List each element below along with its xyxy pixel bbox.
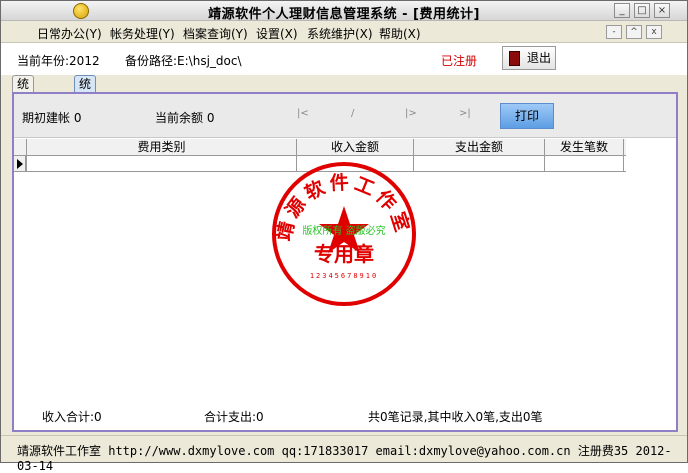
first-record-icon[interactable]: |<: [297, 108, 309, 120]
print-button[interactable]: 打印: [500, 103, 554, 129]
cell-category[interactable]: [26, 156, 296, 172]
summary-bar: 收入合计:0 合计支出:0 共0笔记录,其中收入0笔,支出0笔: [14, 404, 676, 428]
menu-accounting[interactable]: 帐务处理(Y): [110, 25, 175, 42]
col-transaction-count[interactable]: 发生笔数: [544, 139, 624, 156]
current-balance: 当前余额 0: [155, 111, 215, 125]
registration-status: 已注册: [441, 54, 478, 68]
exit-button[interactable]: 退出: [502, 46, 556, 70]
prev-record-icon[interactable]: /: [351, 108, 363, 120]
minimize-button[interactable]: _: [614, 3, 630, 18]
status-text: 靖源软件工作室 http://www.dxmylove.com qq:17183…: [17, 444, 672, 473]
title-bar: 靖源软件个人理财信息管理系统 - [费用统计] _ □ ×: [1, 1, 687, 22]
results-panel: 期初建帐 0 当前余额 0 |< / |> >| 打印 费用类别 收入金额 支出…: [12, 92, 678, 432]
col-expense-category[interactable]: 费用类别: [26, 139, 296, 156]
record-summary: 共0笔记录,其中收入0笔,支出0笔: [368, 410, 543, 424]
exit-door-icon: [509, 51, 520, 66]
backup-path: 备份路径:E:\hsj_doc\: [125, 54, 242, 68]
menu-system-maintenance[interactable]: 系统维护(X): [307, 25, 373, 42]
menu-daily-office[interactable]: 日常办公(Y): [37, 25, 102, 42]
close-button[interactable]: ×: [654, 3, 670, 18]
last-record-icon[interactable]: >|: [459, 108, 471, 120]
menu-help[interactable]: 帮助(X): [379, 25, 421, 42]
mdi-minimize-button[interactable]: -: [606, 25, 622, 39]
tab-conditions[interactable]: 统计条件: [12, 75, 35, 142]
income-total: 收入合计:0: [42, 410, 102, 424]
menu-settings[interactable]: 设置(X): [256, 25, 298, 42]
col-expense-amount[interactable]: 支出金额: [413, 139, 544, 156]
status-bar: 靖源软件工作室 http://www.dxmylove.com qq:17183…: [1, 435, 687, 473]
cell-expense[interactable]: [413, 156, 544, 172]
window-title: 靖源软件个人理财信息管理系统 - [费用统计]: [208, 7, 480, 22]
svg-text:专用章: 专用章: [314, 242, 374, 266]
exit-button-label: 退出: [527, 51, 552, 65]
expense-total: 合计支出:0: [204, 410, 264, 424]
maximize-button[interactable]: □: [634, 3, 650, 18]
panel-toolbar: 期初建帐 0 当前余额 0 |< / |> >| 打印: [14, 94, 676, 138]
current-year: 当前年份:2012: [17, 54, 100, 68]
tab-results[interactable]: 统计结果: [74, 75, 97, 142]
app-window: 靖源软件个人理财信息管理系统 - [费用统计] _ □ × 日常办公(Y) 帐务…: [0, 0, 688, 473]
next-record-icon[interactable]: |>: [405, 108, 417, 120]
svg-text:12345678910: 12345678910: [310, 272, 378, 280]
mdi-restore-button[interactable]: ^: [626, 25, 642, 39]
cell-count[interactable]: [544, 156, 624, 172]
official-seal-stamp: 靖源软件工作室 专用章 12345678910 版权所有 盗版必究: [269, 154, 419, 309]
opening-balance: 期初建帐 0: [22, 111, 82, 125]
seal-graphic: 靖源软件工作室 专用章 12345678910 版权所有 盗版必究: [272, 162, 416, 306]
svg-text:版权所有 盗版必究: 版权所有 盗版必究: [302, 224, 385, 237]
menu-archive-query[interactable]: 档案查询(Y): [183, 25, 248, 42]
current-row-indicator: [14, 156, 26, 172]
menu-bar: 日常办公(Y) 帐务处理(Y) 档案查询(Y) 设置(X) 系统维护(X) 帮助…: [1, 21, 687, 43]
info-bar: 当前年份:2012 备份路径:E:\hsj_doc\ 已注册 退出: [1, 43, 687, 75]
mdi-close-button[interactable]: x: [646, 25, 662, 39]
